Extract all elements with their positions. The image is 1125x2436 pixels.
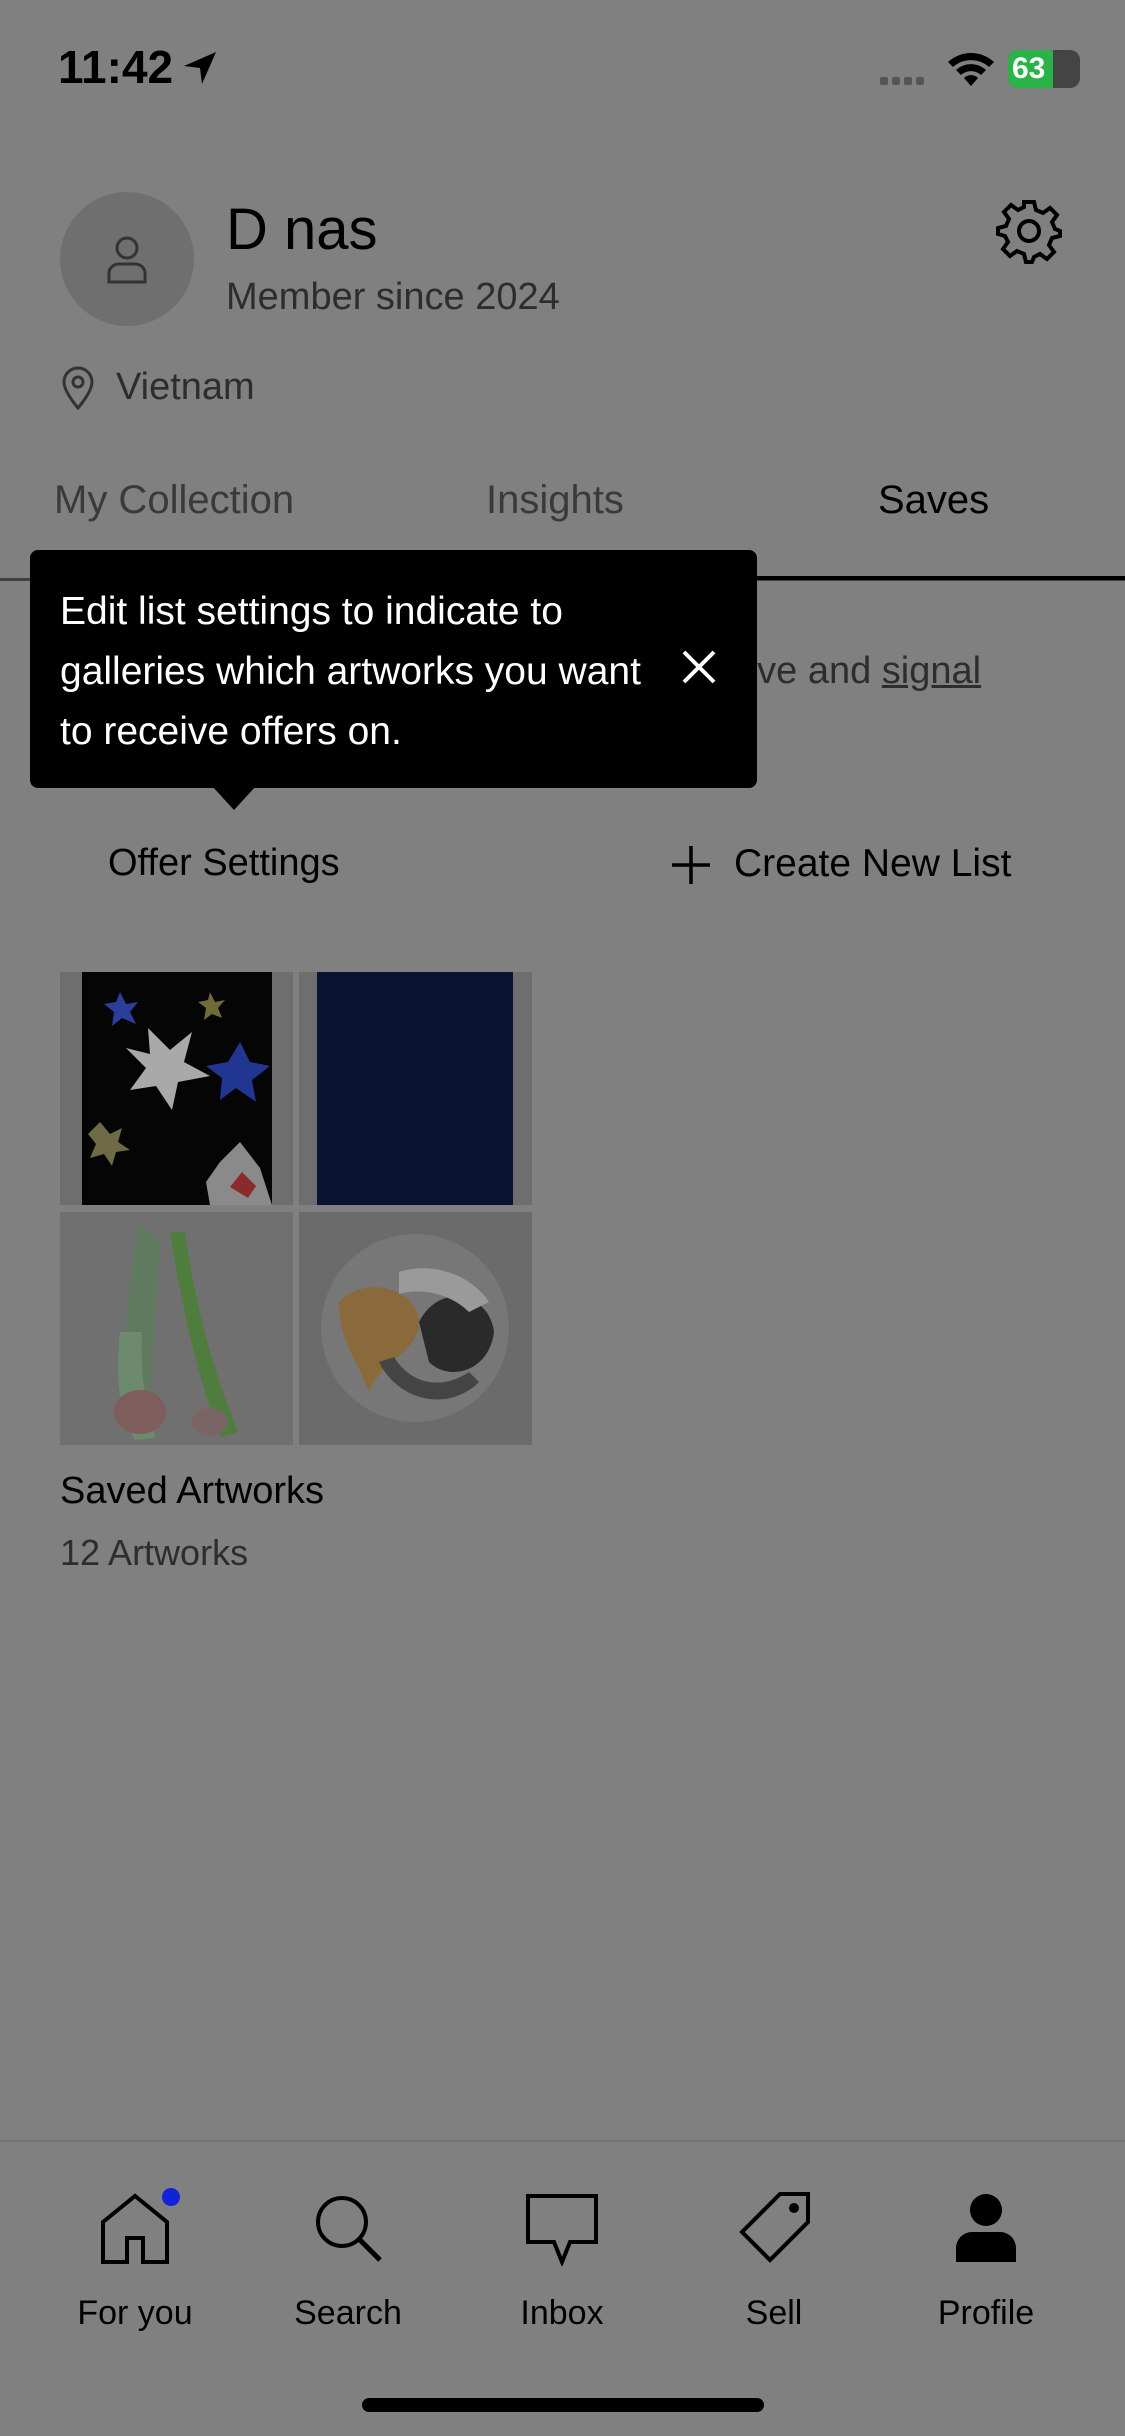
notification-dot [162,2188,180,2206]
tab-insights[interactable]: Insights [486,478,624,523]
battery-level: 63 [1012,52,1046,85]
nav-item-for-you[interactable]: For you [45,2190,225,2333]
list-artwork-count: 12 Artworks [60,1532,249,1573]
inbox-icon [526,2194,598,2266]
tooltip-text: Edit list settings to indicate to galler… [60,590,641,753]
saves-description: ove and signal [736,650,981,693]
nav-label: For you [77,2294,193,2332]
search-icon [316,2196,382,2262]
artwork-thumbnail[interactable] [299,1212,532,1445]
artwork-thumbnail[interactable] [60,972,293,1205]
tab-my-collection[interactable]: My Collection [54,478,294,523]
nav-item-sell[interactable]: Sell [684,2190,864,2333]
nav-item-search[interactable]: Search [258,2190,438,2333]
artwork-thumbnail[interactable] [60,1212,293,1445]
location-arrow-icon [184,52,216,84]
create-new-list-button[interactable]: Create New List [734,842,1011,886]
tooltip-pointer [212,786,256,810]
saves-description-text: ove and [736,650,882,692]
battery-icon: 63 [1008,50,1080,88]
tag-icon [739,2192,810,2263]
nav-label: Inbox [520,2294,604,2332]
avatar[interactable] [60,192,194,326]
plus-icon[interactable] [670,844,712,886]
home-indicator [362,2398,764,2412]
status-time: 11:42 [58,41,174,93]
list-title[interactable]: Saved Artworks [60,1470,324,1513]
nav-label: Search [294,2294,402,2332]
close-icon[interactable] [676,644,722,690]
offer-settings-button[interactable]: Offer Settings [108,842,340,885]
wifi-icon [948,53,994,86]
profile-name: D nas [226,197,378,262]
user-icon [107,236,147,284]
nav-label: Sell [745,2294,803,2332]
signal-link[interactable]: signal [882,650,981,692]
profile-icon [956,2194,1016,2262]
nav-divider [0,2140,1125,2142]
active-tab-indicator [750,576,1125,580]
nav-item-inbox[interactable]: Inbox [472,2190,652,2333]
tab-saves[interactable]: Saves [878,478,989,523]
artwork-thumbnail[interactable] [299,972,532,1205]
profile-location: Vietnam [116,366,255,408]
cellular-signal-icon [880,72,928,90]
nav-item-profile[interactable]: Profile [896,2190,1076,2333]
location-pin-icon [62,366,94,410]
member-since: Member since 2024 [226,276,560,318]
nav-label: Profile [937,2294,1035,2332]
home-icon [101,2193,169,2264]
settings-gear-icon[interactable] [994,196,1064,266]
